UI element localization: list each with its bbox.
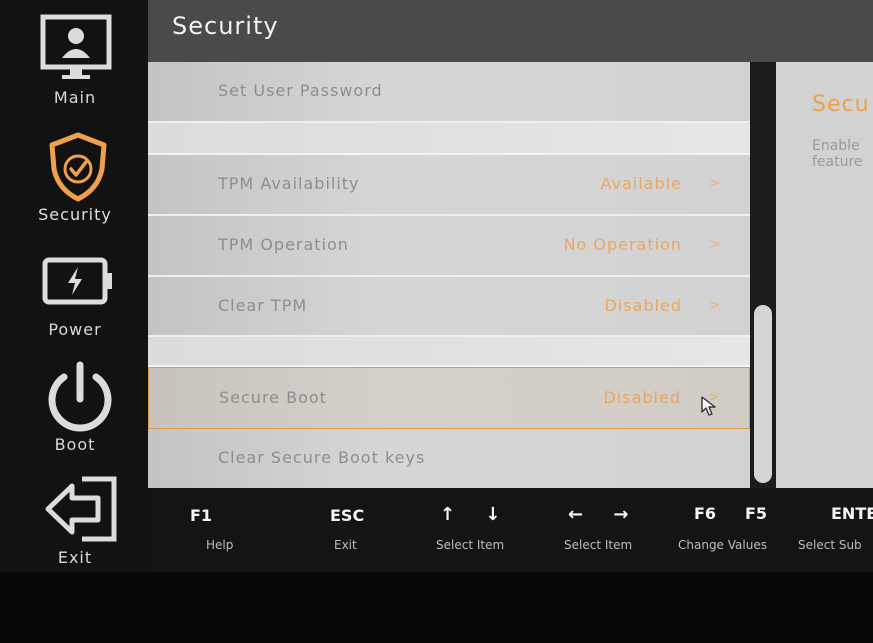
exit-arrow-icon bbox=[45, 476, 117, 542]
hint-left-right[interactable]: ← → Select Item bbox=[564, 504, 658, 552]
setting-value: Disabled bbox=[603, 388, 681, 407]
setting-label: Set User Password bbox=[218, 81, 383, 100]
chevron-right-icon: > bbox=[709, 176, 720, 191]
hint-desc: Change Values bbox=[678, 538, 767, 552]
setting-row-clear-secure-boot-keys[interactable]: Clear Secure Boot keys bbox=[148, 429, 750, 488]
setting-label: TPM Availability bbox=[218, 174, 360, 193]
setting-row-set-user-password[interactable]: Set User Password bbox=[148, 62, 750, 123]
sidebar-item-main[interactable]: Main bbox=[0, 0, 150, 112]
sidebar-item-label: Security bbox=[38, 205, 112, 224]
key-hint-bar: F1 Help ESC Exit ↑ ↓ Select Item ← → Sel… bbox=[150, 488, 873, 572]
power-icon bbox=[48, 361, 112, 432]
hint-desc: Select Sub bbox=[798, 538, 862, 552]
setting-value: Disabled bbox=[604, 296, 682, 315]
setting-row-tpm-operation[interactable]: TPM Operation No Operation > bbox=[148, 216, 750, 277]
hint-key: ← → bbox=[568, 504, 641, 525]
sidebar-nav: Main Security Power Boot Exit bbox=[0, 0, 150, 580]
row-separator bbox=[148, 123, 750, 155]
battery-icon bbox=[42, 257, 112, 305]
help-description-line: feature bbox=[812, 154, 863, 170]
screen-bezel bbox=[0, 572, 873, 643]
setting-label: TPM Operation bbox=[218, 235, 349, 254]
setting-value: No Operation bbox=[563, 235, 682, 254]
hint-esc[interactable]: ESC Exit bbox=[330, 506, 390, 552]
hint-enter[interactable]: ENTER Select Sub bbox=[798, 504, 873, 552]
hint-desc: Exit bbox=[334, 538, 357, 552]
setting-label: Clear TPM bbox=[218, 296, 308, 315]
help-description-line: Enable bbox=[812, 138, 860, 154]
help-title: Secu bbox=[812, 92, 870, 117]
hint-f1[interactable]: F1 Help bbox=[190, 506, 250, 552]
hint-key: ↑ ↓ bbox=[440, 504, 513, 525]
setting-row-clear-tpm[interactable]: Clear TPM Disabled > bbox=[148, 277, 750, 337]
hint-key: ESC bbox=[330, 506, 365, 525]
monitor-user-icon bbox=[40, 14, 112, 79]
sidebar-item-label: Exit bbox=[57, 548, 93, 567]
row-separator bbox=[148, 337, 750, 367]
sidebar-item-label: Boot bbox=[54, 435, 96, 454]
shield-check-icon bbox=[49, 132, 107, 202]
page-header: Security bbox=[148, 0, 873, 62]
page-title: Security bbox=[172, 12, 279, 40]
setting-label: Clear Secure Boot keys bbox=[218, 448, 426, 467]
sidebar-item-boot[interactable]: Boot bbox=[0, 355, 150, 470]
setting-row-tpm-availability[interactable]: TPM Availability Available > bbox=[148, 155, 750, 216]
sidebar-item-label: Main bbox=[53, 88, 97, 107]
scrollbar-thumb[interactable] bbox=[754, 305, 772, 483]
hint-f5[interactable]: F5 bbox=[745, 504, 785, 523]
help-panel: Secu Enable feature bbox=[776, 62, 873, 488]
hint-key: F1 bbox=[190, 506, 213, 525]
chevron-right-icon: > bbox=[709, 298, 720, 313]
setting-value: Available bbox=[600, 174, 682, 193]
mouse-cursor-icon bbox=[701, 396, 716, 416]
hint-desc: Select Item bbox=[564, 538, 633, 552]
sidebar-item-label: Power bbox=[48, 320, 102, 339]
hint-desc: Select Item bbox=[436, 538, 505, 552]
settings-list: Set User Password TPM Availability Avail… bbox=[148, 62, 750, 488]
setting-row-secure-boot[interactable]: Secure Boot Disabled > bbox=[148, 367, 750, 429]
help-description: Enable feature bbox=[812, 138, 863, 170]
sidebar-item-power[interactable]: Power bbox=[0, 245, 150, 355]
hint-up-down[interactable]: ↑ ↓ Select Item bbox=[436, 504, 530, 552]
hint-key: F5 bbox=[745, 504, 768, 523]
chevron-right-icon: > bbox=[709, 237, 720, 252]
sidebar-item-exit[interactable]: Exit bbox=[0, 470, 150, 580]
hint-desc: Help bbox=[206, 538, 234, 552]
hint-key: ENTER bbox=[831, 504, 873, 523]
setting-label: Secure Boot bbox=[219, 388, 327, 407]
sidebar-item-security[interactable]: Security bbox=[0, 115, 150, 230]
